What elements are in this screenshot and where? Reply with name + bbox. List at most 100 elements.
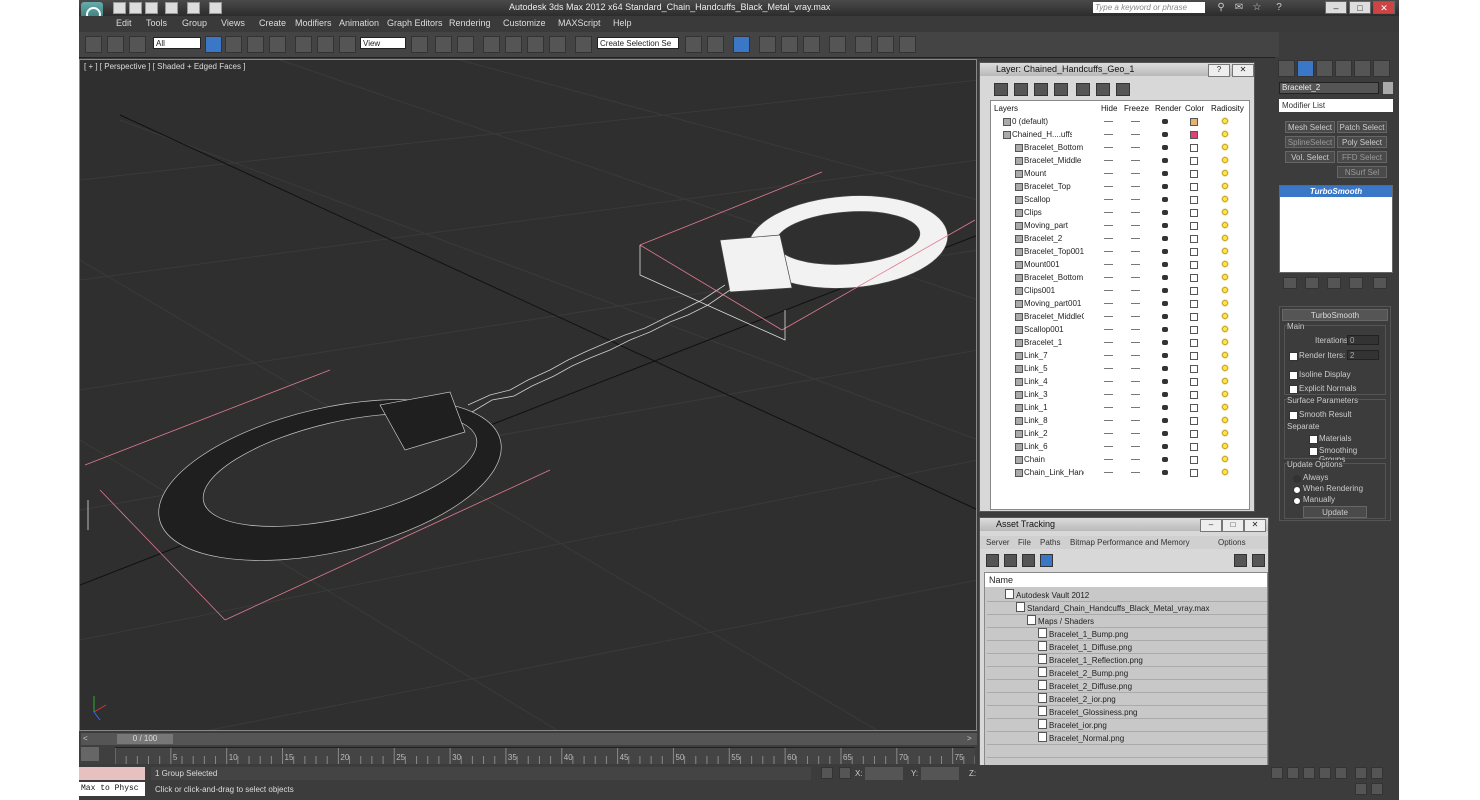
asset-row[interactable]: Bracelet_1_Reflection.png — [987, 654, 1267, 667]
render-teapot-icon[interactable] — [1162, 418, 1168, 423]
scale-icon[interactable] — [339, 36, 356, 53]
layer-row[interactable]: Bracelet_1 — [991, 336, 1249, 349]
hide-toggle[interactable] — [1104, 394, 1113, 395]
hide-toggle[interactable] — [1104, 472, 1113, 473]
detail-view-icon[interactable] — [1022, 554, 1035, 567]
undo-icon[interactable] — [165, 2, 178, 14]
radiosity-icon[interactable] — [1221, 234, 1229, 242]
layer-row[interactable]: Chained_H....uffs_G — [991, 128, 1249, 141]
layer-name[interactable]: Bracelet_Bottom — [1024, 141, 1084, 154]
layer-name[interactable]: Moving_part001 — [1024, 297, 1084, 310]
radiosity-icon[interactable] — [1221, 130, 1229, 138]
asset-name[interactable]: Bracelet_ior.png — [1049, 721, 1107, 730]
layer-name[interactable]: Bracelet_Bottom — [1024, 271, 1084, 284]
render-teapot-icon[interactable] — [1162, 470, 1168, 475]
render-teapot-icon[interactable] — [1162, 132, 1168, 137]
layer-manager-icon[interactable] — [733, 36, 750, 53]
asset-name[interactable]: Bracelet_1_Reflection.png — [1049, 656, 1143, 665]
hide-toggle[interactable] — [1104, 329, 1113, 330]
layer-name[interactable]: Moving_part — [1024, 219, 1084, 232]
freeze-toggle[interactable] — [1131, 264, 1140, 265]
radiosity-icon[interactable] — [1221, 390, 1229, 398]
display-tab-icon[interactable] — [1354, 60, 1371, 77]
percent-snap-icon[interactable] — [527, 36, 544, 53]
utilities-tab-icon[interactable] — [1373, 60, 1390, 77]
menu-group[interactable]: Group — [182, 18, 207, 28]
render-teapot-icon[interactable] — [1162, 275, 1168, 280]
align-icon[interactable] — [707, 36, 724, 53]
pivot-center-icon[interactable] — [411, 36, 428, 53]
asset-col-name[interactable]: Name — [985, 573, 1267, 587]
window-crossing-icon[interactable] — [269, 36, 286, 53]
freeze-toggle[interactable] — [1131, 173, 1140, 174]
asset-close-button[interactable]: ✕ — [1244, 519, 1266, 532]
asset-menu-file[interactable]: File — [1018, 536, 1031, 549]
asset-row[interactable]: Bracelet_2_ior.png — [987, 693, 1267, 706]
modifier-list-select[interactable]: Modifier List — [1279, 99, 1393, 112]
layer-color-swatch[interactable] — [1190, 131, 1198, 139]
layer-row[interactable]: Bracelet_MiddleC — [991, 310, 1249, 323]
named-selection-select[interactable]: Create Selection Se — [597, 37, 679, 49]
spinner-snap-icon[interactable] — [549, 36, 566, 53]
menu-maxscript[interactable]: MAXScript — [558, 18, 601, 28]
layer-color-swatch[interactable] — [1190, 443, 1198, 451]
layer-color-swatch[interactable] — [1190, 365, 1198, 373]
layer-name[interactable]: Scallop001 — [1024, 323, 1084, 336]
layer-color-swatch[interactable] — [1190, 404, 1198, 412]
time-slider[interactable]: < 0 / 100 > — [81, 733, 977, 745]
next-frame-icon[interactable] — [1319, 767, 1331, 779]
layer-row[interactable]: 0 (default) — [991, 115, 1249, 128]
layer-row[interactable]: Bracelet_Bottom — [991, 141, 1249, 154]
favorites-icon[interactable]: ☆ — [1251, 2, 1263, 13]
freeze-toggle[interactable] — [1131, 225, 1140, 226]
modify-tab-icon[interactable] — [1297, 60, 1314, 77]
manually-radio[interactable] — [1293, 497, 1301, 505]
layer-row[interactable]: Chain_Link_Hanc — [991, 466, 1249, 479]
layer-color-swatch[interactable] — [1190, 430, 1198, 438]
radiosity-icon[interactable] — [1221, 208, 1229, 216]
asset-name[interactable]: Standard_Chain_Handcuffs_Black_Metal_vra… — [1027, 604, 1209, 613]
frame-counter[interactable]: 0 / 100 — [117, 734, 173, 744]
freeze-toggle[interactable] — [1131, 147, 1140, 148]
angle-snap-icon[interactable] — [505, 36, 522, 53]
y-coordinate-field[interactable] — [921, 767, 959, 780]
mini-curve-editor-icon[interactable] — [81, 747, 99, 761]
layer-name[interactable]: Link_6 — [1024, 440, 1084, 453]
radiosity-icon[interactable] — [1221, 338, 1229, 346]
menu-animation[interactable]: Animation — [339, 18, 379, 28]
render-teapot-icon[interactable] — [1162, 457, 1168, 462]
rendered-frame-icon[interactable] — [877, 36, 894, 53]
layer-row[interactable]: Mount — [991, 167, 1249, 180]
layer-row[interactable]: Clips — [991, 206, 1249, 219]
radiosity-icon[interactable] — [1221, 260, 1229, 268]
layer-name[interactable]: Link_3 — [1024, 388, 1084, 401]
radiosity-icon[interactable] — [1221, 221, 1229, 229]
hide-toggle[interactable] — [1104, 446, 1113, 447]
col-layers[interactable]: Layers — [994, 104, 1018, 113]
isoline-checkbox[interactable] — [1289, 371, 1298, 380]
hide-toggle[interactable] — [1104, 316, 1113, 317]
layer-name[interactable]: Link_7 — [1024, 349, 1084, 362]
layer-row[interactable]: Bracelet_Middle — [991, 154, 1249, 167]
hide-toggle[interactable] — [1104, 121, 1113, 122]
project-folder-icon[interactable] — [209, 2, 222, 14]
mesh-select-button[interactable]: Mesh Select — [1285, 121, 1335, 133]
radiosity-icon[interactable] — [1221, 403, 1229, 411]
freeze-toggle[interactable] — [1131, 303, 1140, 304]
radiosity-icon[interactable] — [1221, 143, 1229, 151]
track-bar[interactable]: 5 10 15 20 25 30 35 40 45 50 55 60 65 70 75 — [115, 747, 975, 764]
render-iters-spinner[interactable]: 2 — [1347, 350, 1379, 360]
select-object-icon[interactable] — [205, 36, 222, 53]
render-teapot-icon[interactable] — [1162, 353, 1168, 358]
render-teapot-icon[interactable] — [1162, 171, 1168, 176]
vol-select-button[interactable]: Vol. Select — [1285, 151, 1335, 163]
turbosmooth-rollout-title[interactable]: TurboSmooth — [1282, 309, 1388, 321]
redo-icon[interactable] — [187, 2, 200, 14]
layer-name[interactable]: Link_4 — [1024, 375, 1084, 388]
layer-color-swatch[interactable] — [1190, 378, 1198, 386]
ref-coord-select[interactable]: View — [360, 37, 406, 49]
prev-frame-icon[interactable] — [1287, 767, 1299, 779]
render-teapot-icon[interactable] — [1162, 379, 1168, 384]
menu-create[interactable]: Create — [259, 18, 286, 28]
layer-row[interactable]: Moving_part001 — [991, 297, 1249, 310]
